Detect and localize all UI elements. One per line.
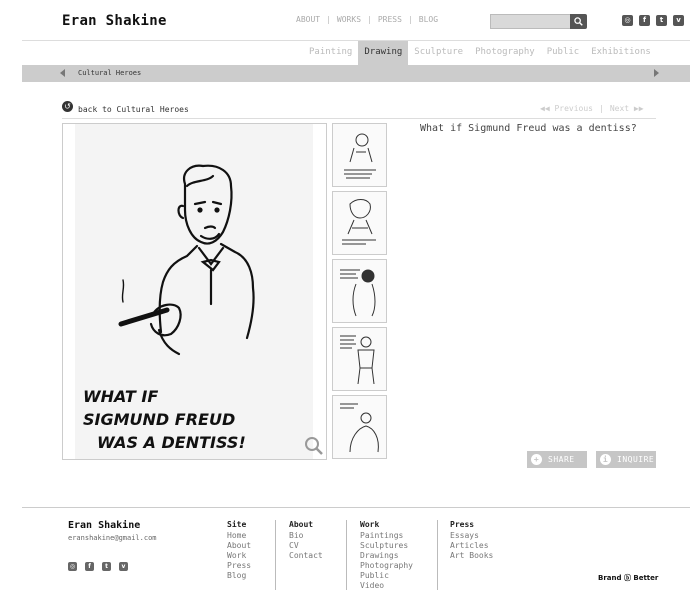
thumbnail-3[interactable] xyxy=(332,259,387,323)
next-label: Next xyxy=(609,104,630,113)
double-chevron-left-icon: ◀◀ xyxy=(540,104,550,113)
footer-col-title: Site xyxy=(227,520,247,529)
footer-col-work: Work Paintings Sculptures Drawings Photo… xyxy=(360,520,413,590)
tab-sculpture[interactable]: Sculpture xyxy=(408,41,469,65)
thumbnail-5[interactable] xyxy=(332,395,387,459)
footer-col-press: Press Essays Articles Art Books xyxy=(450,520,493,561)
footer-link[interactable]: Paintings xyxy=(360,531,413,541)
vimeo-icon[interactable]: v xyxy=(119,562,128,571)
tab-exhibitions[interactable]: Exhibitions xyxy=(585,41,657,65)
next-link[interactable]: Next ▶▶ xyxy=(610,104,644,113)
footer-separator xyxy=(275,520,276,590)
footer-link[interactable]: Video xyxy=(360,581,413,590)
share-button[interactable]: + SHARE xyxy=(527,451,587,468)
nav-press[interactable]: PRESS xyxy=(378,15,402,24)
artwork-pager: ◀◀ Previous | Next ▶▶ xyxy=(540,104,644,113)
previous-label: Previous xyxy=(554,104,593,113)
footer-link[interactable]: Press xyxy=(227,561,251,571)
footer-col-about: About Bio CV Contact xyxy=(289,520,323,561)
nav-about[interactable]: ABOUT xyxy=(296,15,320,24)
search-input[interactable] xyxy=(490,14,571,29)
footer-link[interactable]: About xyxy=(227,541,251,551)
artwork-image[interactable]: WHAT IF SIGMUND FREUD WAS A DENTISS! xyxy=(62,123,327,460)
footer-separator xyxy=(346,520,347,590)
footer-col-title: About xyxy=(289,520,314,529)
footer-col-title: Press xyxy=(450,520,475,529)
footer-link[interactable]: Drawings xyxy=(360,551,413,561)
tab-photography[interactable]: Photography xyxy=(469,41,541,65)
chevron-right-icon[interactable] xyxy=(654,69,659,77)
thumbnail-2[interactable] xyxy=(332,191,387,255)
nav-works[interactable]: WORKS xyxy=(337,15,361,24)
site-title[interactable]: Eran Shakine xyxy=(62,13,167,29)
back-link[interactable]: back to Cultural Heroes xyxy=(78,105,189,114)
footer-col-site: Site Home About Work Press Blog xyxy=(227,520,251,581)
pager-separator: | xyxy=(599,104,604,113)
footer-link[interactable]: CV xyxy=(289,541,323,551)
footer-link[interactable]: Blog xyxy=(227,571,251,581)
footer-link[interactable]: Home xyxy=(227,531,251,541)
thumbnail-drawing xyxy=(342,199,376,245)
brand-better-logo[interactable]: Brand ⓑ Better xyxy=(598,573,658,583)
category-tabs: Painting Drawing Sculpture Photography P… xyxy=(303,41,657,65)
inquire-label: INQUIRE xyxy=(617,455,655,464)
search-icon xyxy=(574,17,583,26)
caption-line-3: WAS A DENTISS! xyxy=(97,433,246,452)
plus-icon: + xyxy=(531,454,542,465)
footer-link[interactable]: Bio xyxy=(289,531,323,541)
footer-link[interactable]: Essays xyxy=(450,531,493,541)
tab-public[interactable]: Public xyxy=(541,41,586,65)
nav-separator: | xyxy=(367,15,372,24)
nav-separator: | xyxy=(407,15,413,24)
artwork-drawing: WHAT IF SIGMUND FREUD WAS A DENTISS! xyxy=(75,124,323,459)
footer-link[interactable]: Articles xyxy=(450,541,493,551)
thumbnail-drawing xyxy=(340,269,376,317)
info-icon: i xyxy=(600,454,611,465)
footer-social-links: ◎ f t v xyxy=(68,562,128,571)
top-nav: ABOUT | WORKS | PRESS | BLOG xyxy=(296,15,438,24)
facebook-icon[interactable]: f xyxy=(639,15,650,26)
footer-divider xyxy=(22,507,690,508)
footer-link[interactable]: Work xyxy=(227,551,251,561)
content-divider xyxy=(62,118,656,119)
tab-painting[interactable]: Painting xyxy=(303,41,358,65)
thumbnail-strip xyxy=(332,123,387,463)
nav-separator: | xyxy=(326,15,331,24)
thumbnail-drawing xyxy=(344,133,376,179)
instagram-icon[interactable]: ◎ xyxy=(622,15,633,26)
tumblr-icon[interactable]: t xyxy=(102,562,111,571)
thumbnail-4[interactable] xyxy=(332,327,387,391)
nav-blog[interactable]: BLOG xyxy=(419,15,438,24)
caption-line-1: WHAT IF xyxy=(83,387,158,406)
footer-separator xyxy=(437,520,438,590)
previous-link[interactable]: ◀◀ Previous xyxy=(540,104,593,113)
footer-link[interactable]: Sculptures xyxy=(360,541,413,551)
caption-line-2: SIGMUND FREUD xyxy=(83,410,235,429)
footer-link[interactable]: Public xyxy=(360,571,413,581)
thumbnail-drawing xyxy=(340,335,375,385)
thumbnail-1[interactable] xyxy=(332,123,387,187)
facebook-icon[interactable]: f xyxy=(85,562,94,571)
chevron-left-icon[interactable] xyxy=(60,69,65,77)
footer-name: Eran Shakine xyxy=(68,520,141,531)
back-arrow-icon[interactable]: ↺ xyxy=(62,101,73,112)
footer-link[interactable]: Art Books xyxy=(450,551,493,561)
double-chevron-right-icon: ▶▶ xyxy=(633,104,644,113)
footer-email[interactable]: eranshakine@gmail.com xyxy=(68,534,157,542)
series-label[interactable]: Cultural Heroes xyxy=(78,69,141,77)
share-label: SHARE xyxy=(548,455,575,464)
footer-link[interactable]: Contact xyxy=(289,551,323,561)
instagram-icon[interactable]: ◎ xyxy=(68,562,77,571)
social-links: ◎ f t v xyxy=(622,15,684,26)
tumblr-icon[interactable]: t xyxy=(656,15,667,26)
footer-col-title: Work xyxy=(360,520,380,529)
vimeo-icon[interactable]: v xyxy=(673,15,684,26)
artwork-title: What if Sigmund Freud was a dentiss? xyxy=(420,123,637,134)
footer-link[interactable]: Photography xyxy=(360,561,413,571)
search-button[interactable] xyxy=(570,14,587,29)
inquire-button[interactable]: i INQUIRE xyxy=(596,451,656,468)
thumbnail-drawing xyxy=(340,403,379,453)
tab-drawing[interactable]: Drawing xyxy=(358,41,409,65)
